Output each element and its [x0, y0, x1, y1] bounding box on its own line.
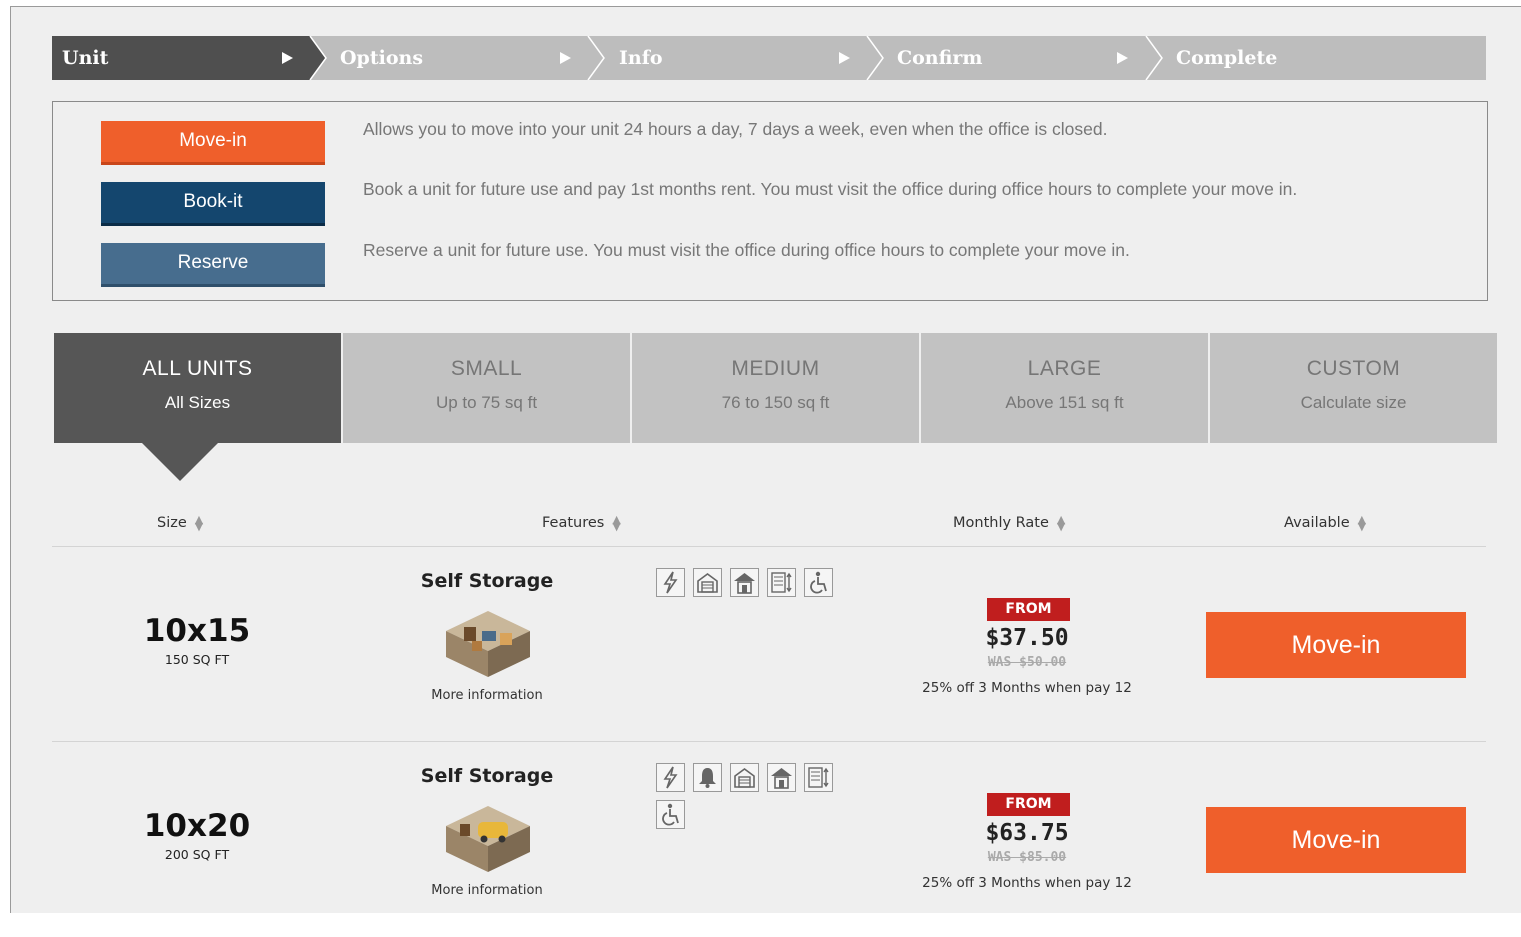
unit-dimensions: 10x20	[143, 808, 251, 844]
previous-price: WAS $85.00	[987, 850, 1067, 865]
play-arrow-icon	[282, 52, 293, 64]
step-options[interactable]: Options	[330, 36, 584, 80]
tab-subtitle: All Sizes	[164, 393, 231, 412]
column-header-monthly-rate[interactable]: Monthly Rate ▲ ▼	[953, 513, 1066, 533]
drive-up-icon	[730, 763, 759, 792]
step-complete[interactable]: Complete	[1166, 36, 1466, 80]
checkout-stepper: Unit Options Info Confirm Complete	[52, 36, 1486, 80]
tab-large[interactable]: LARGE Above 151 sq ft	[921, 333, 1208, 443]
step-unit[interactable]: Unit	[52, 36, 306, 80]
alarm-icon	[693, 763, 722, 792]
accessible-icon	[656, 800, 685, 829]
reserve-description: Reserve a unit for future use. You must …	[363, 240, 1130, 260]
play-arrow-icon	[839, 52, 850, 64]
table-row: 10x20 200 SQ FT Self Storage More inform…	[52, 742, 1486, 937]
book-it-option-button[interactable]: Book-it	[101, 182, 325, 226]
promotion-text: 25% off 3 Months when pay 12	[922, 875, 1132, 891]
column-header-size[interactable]: Size ▲ ▼	[157, 513, 204, 533]
tab-subtitle: Above 151 sq ft	[1005, 393, 1124, 412]
step-label: Options	[340, 47, 424, 69]
tab-subtitle: 76 to 150 sq ft	[721, 393, 830, 412]
table-row: 10x15 150 SQ FT Self Storage More inform…	[52, 547, 1486, 742]
step-info[interactable]: Info	[609, 36, 863, 80]
tab-title: CUSTOM	[1306, 357, 1401, 380]
move-in-option-button[interactable]: Move-in	[101, 121, 325, 165]
sort-icon: ▲ ▼	[1056, 513, 1066, 533]
step-label: Info	[619, 47, 663, 69]
reserve-option-button[interactable]: Reserve	[101, 243, 325, 287]
step-label: Unit	[62, 47, 109, 69]
tab-subtitle: Up to 75 sq ft	[435, 393, 538, 412]
unit-type: Self Storage	[420, 570, 554, 592]
move-in-button[interactable]: Move-in	[1206, 612, 1466, 678]
tab-title: ALL UNITS	[142, 357, 253, 380]
previous-price: WAS $50.00	[987, 655, 1067, 670]
tab-subtitle: Calculate size	[1300, 393, 1407, 412]
play-arrow-icon	[560, 52, 571, 64]
move-in-description: Allows you to move into your unit 24 hou…	[363, 119, 1108, 139]
step-separator-icon	[302, 36, 327, 80]
tab-title: MEDIUM	[731, 357, 820, 380]
step-separator-icon	[1145, 36, 1163, 80]
play-arrow-icon	[1117, 52, 1128, 64]
step-label: Complete	[1176, 47, 1278, 69]
active-tab-pointer	[142, 443, 218, 481]
rental-options-panel: Move-in Book-it Reserve Allows you to mo…	[52, 101, 1488, 301]
drive-up-icon	[693, 568, 722, 597]
tab-title: SMALL	[450, 357, 523, 380]
tab-title: LARGE	[1027, 357, 1102, 380]
step-separator-icon	[866, 36, 884, 80]
from-badge: FROM	[987, 598, 1070, 621]
column-header-features[interactable]: Features ▲ ▼	[542, 513, 621, 533]
storage-unit-thumbnail-icon[interactable]	[442, 802, 534, 876]
indoor-icon	[767, 763, 796, 792]
power-icon	[656, 763, 685, 792]
more-information-link[interactable]: More information	[392, 883, 582, 898]
column-label: Available	[1284, 515, 1350, 531]
power-icon	[656, 568, 685, 597]
monthly-price: $63.75	[985, 820, 1069, 846]
step-label: Confirm	[897, 47, 983, 69]
sort-icon: ▲ ▼	[612, 513, 621, 533]
tab-custom[interactable]: CUSTOM Calculate size	[1210, 333, 1497, 443]
tab-medium[interactable]: MEDIUM 76 to 150 sq ft	[632, 333, 919, 443]
step-separator-icon	[587, 36, 605, 80]
column-label: Features	[542, 515, 605, 531]
storage-unit-thumbnail-icon[interactable]	[442, 607, 534, 681]
step-confirm[interactable]: Confirm	[887, 36, 1141, 80]
unit-square-feet: 150 SQ FT	[164, 652, 230, 667]
sort-icon: ▲ ▼	[194, 513, 204, 533]
unit-type: Self Storage	[420, 765, 554, 787]
column-header-available[interactable]: Available ▲ ▼	[1284, 513, 1367, 533]
indoor-icon	[730, 568, 759, 597]
more-information-link[interactable]: More information	[392, 688, 582, 703]
unit-dimensions: 10x15	[143, 613, 251, 649]
move-in-button[interactable]: Move-in	[1206, 807, 1466, 873]
climate-control-icon	[767, 568, 796, 597]
climate-control-icon	[804, 763, 833, 792]
accessible-icon	[804, 568, 833, 597]
monthly-price: $37.50	[985, 625, 1069, 651]
tab-small[interactable]: SMALL Up to 75 sq ft	[343, 333, 630, 443]
column-label: Monthly Rate	[953, 515, 1049, 531]
tab-all-units[interactable]: ALL UNITS All Sizes	[54, 333, 341, 443]
unit-square-feet: 200 SQ FT	[164, 847, 230, 862]
column-label: Size	[157, 515, 187, 531]
book-it-description: Book a unit for future use and pay 1st m…	[363, 179, 1298, 199]
from-badge: FROM	[987, 793, 1070, 816]
promotion-text: 25% off 3 Months when pay 12	[922, 680, 1132, 696]
sort-icon: ▲ ▼	[1357, 513, 1367, 533]
